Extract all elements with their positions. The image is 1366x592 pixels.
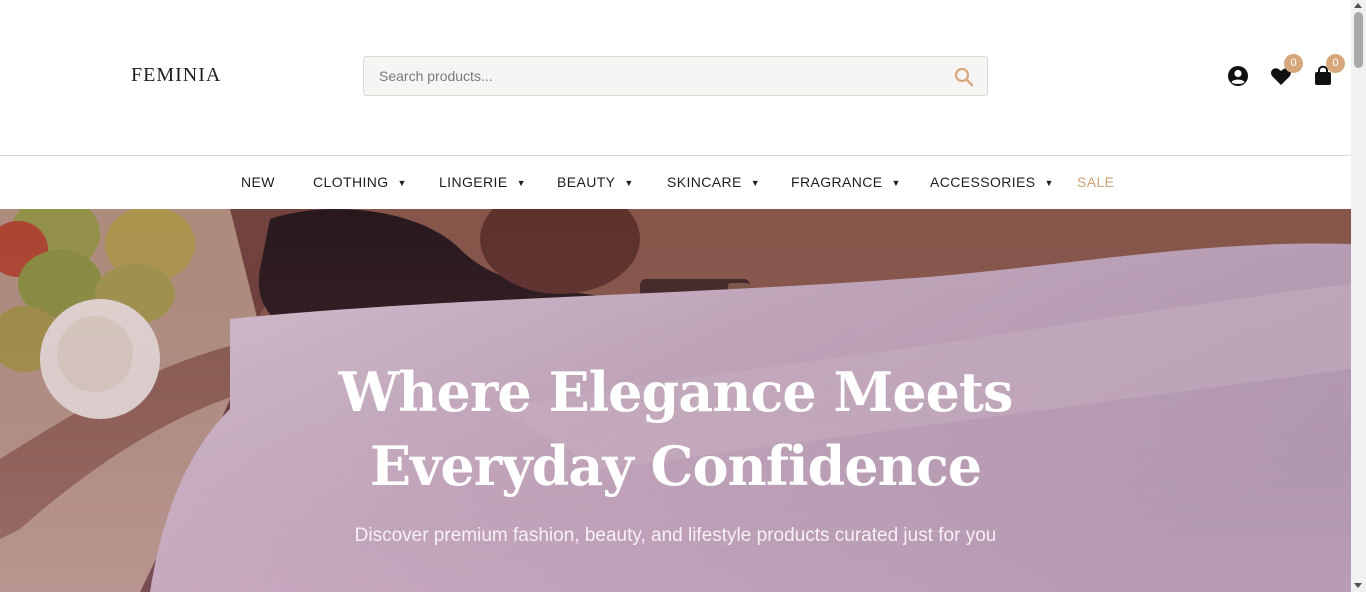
page: FEMINIA Search products... 0 0 NEW CLOTH… — [0, 0, 1366, 592]
nav-item-label: CLOTHING — [313, 174, 389, 190]
caret-down-icon: ▼ — [891, 178, 901, 188]
nav-item-label: BEAUTY — [557, 174, 616, 190]
hero-banner: Where Elegance Meets Everyday Confidence… — [0, 209, 1351, 592]
search-input[interactable] — [379, 57, 939, 95]
nav-item-beauty[interactable]: BEAUTY ▼ — [557, 174, 634, 190]
cart-bag-icon[interactable]: 0 — [1311, 54, 1345, 88]
hero-subtitle: Discover premium fashion, beauty, and li… — [354, 525, 997, 546]
nav-item-label: FRAGRANCE — [791, 174, 883, 190]
site-header: FEMINIA Search products... 0 0 — [0, 0, 1351, 155]
wishlist-count-badge: 0 — [1284, 54, 1303, 73]
viewport: FEMINIA Search products... 0 0 NEW CLOTH… — [0, 0, 1351, 592]
caret-down-icon: ▼ — [1044, 178, 1054, 188]
caret-down-icon: ▼ — [624, 178, 634, 188]
caret-down-icon: ▼ — [516, 178, 526, 188]
caret-down-icon: ▼ — [397, 178, 407, 188]
scrollbar-thumb[interactable] — [1354, 12, 1363, 68]
site-logo[interactable]: FEMINIA — [131, 64, 221, 87]
nav-item-clothing[interactable]: CLOTHING ▼ — [313, 174, 407, 190]
scroll-up-arrow-icon[interactable] — [1354, 3, 1362, 8]
nav-item-label: SKINCARE — [667, 174, 742, 190]
hero-title: Where Elegance Meets Everyday Confidence — [0, 355, 1351, 503]
search-icon[interactable] — [953, 66, 975, 88]
cart-count-badge: 0 — [1326, 54, 1345, 73]
hero-title-line: Where Elegance Meets — [338, 360, 1014, 424]
account-icon[interactable] — [1226, 64, 1250, 88]
search-bar — [363, 56, 988, 96]
nav-item-label: NEW — [241, 174, 275, 190]
nav-item-label: ACCESSORIES — [930, 174, 1036, 190]
main-nav: NEW CLOTHING ▼ LINGERIE ▼ BEAUTY ▼ SKINCARE… — [0, 155, 1351, 209]
nav-item-accessories[interactable]: ACCESSORIES ▼ — [930, 174, 1054, 190]
wishlist-heart-icon[interactable]: 0 — [1269, 54, 1303, 88]
nav-item-label: SALE — [1077, 174, 1115, 190]
nav-item-label: LINGERIE — [439, 174, 508, 190]
nav-item-new[interactable]: NEW — [241, 174, 275, 190]
caret-down-icon: ▼ — [750, 178, 761, 188]
nav-item-sale[interactable]: SALE — [1077, 174, 1114, 190]
scroll-down-arrow-icon[interactable] — [1354, 583, 1362, 588]
nav-item-lingerie[interactable]: LINGERIE ▼ — [439, 174, 526, 190]
hero-title-line: Everyday Confidence — [369, 434, 982, 498]
nav-item-fragrance[interactable]: FRAGRANCE ▼ — [791, 174, 901, 190]
nav-item-skincare[interactable]: SKINCARE ▼ — [667, 174, 760, 190]
page-scrollbar[interactable] — [1351, 0, 1366, 592]
